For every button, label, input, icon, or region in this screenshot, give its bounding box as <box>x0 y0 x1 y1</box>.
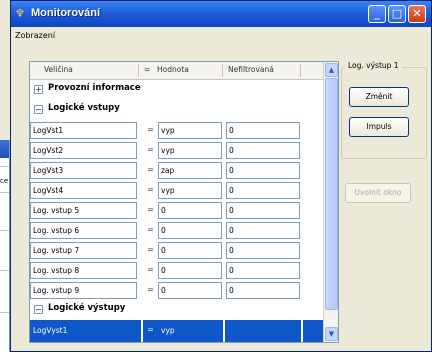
row-name: Log. vstup 5 <box>30 202 137 219</box>
scroll-up-icon[interactable]: ▲ <box>325 63 338 77</box>
menu-item-view[interactable]: Zobrazení <box>15 31 55 40</box>
row-name: LogVst2 <box>30 142 137 159</box>
monitoring-window: ♆ Monitorování _ □ ✕ Zobrazení Veličina … <box>10 0 432 352</box>
row-unfiltered: 0 <box>226 142 300 159</box>
pulse-button[interactable]: Impuls <box>349 117 409 137</box>
column-header-value[interactable]: Hodnota <box>157 65 189 74</box>
row-value: vyp <box>158 182 222 199</box>
table-row[interactable]: LogVst4 = vyp 0 <box>30 180 323 202</box>
row-unfiltered: 0 <box>226 162 300 179</box>
collapse-icon[interactable]: − <box>34 105 43 114</box>
table-row[interactable]: Log. vstup 6 = 0 0 <box>30 220 323 242</box>
expand-icon[interactable]: + <box>34 85 43 94</box>
maximize-button[interactable]: □ <box>388 5 406 23</box>
table-row[interactable]: LogVst1 = vyp 0 <box>30 120 323 142</box>
row-unfiltered: 0 <box>226 282 300 299</box>
row-value: vyp <box>158 142 222 159</box>
row-unfiltered: 0 <box>226 242 300 259</box>
column-header-equals: = <box>144 65 151 74</box>
window-title: Monitorování <box>31 7 101 19</box>
release-window-button[interactable]: Uvolnit okno <box>345 183 411 203</box>
row-value: vyp <box>158 322 222 339</box>
row-name: Log. vstup 6 <box>30 222 137 239</box>
row-equals: = <box>147 145 154 154</box>
row-unfiltered: 0 <box>226 202 300 219</box>
row-name: LogVst4 <box>30 182 137 199</box>
collapse-icon[interactable]: − <box>34 305 43 314</box>
row-value: vyp <box>158 122 222 139</box>
background-row-line <box>0 312 9 313</box>
row-equals: = <box>147 265 154 274</box>
column-separator <box>222 64 223 77</box>
background-row-line <box>0 270 9 271</box>
values-grid: Veličina = Hodnota Nefiltrovaná + Provoz… <box>29 61 339 343</box>
scroll-thumb[interactable] <box>325 78 338 310</box>
table-row[interactable]: Log. vstup 8 = 0 0 <box>30 260 323 282</box>
background-window-titlebar <box>0 140 9 158</box>
background-text-fragment: ce <box>0 177 9 185</box>
row-value: 0 <box>158 282 222 299</box>
row-value: 0 <box>158 242 222 259</box>
background-window: ce <box>0 140 10 352</box>
row-name: LogVst3 <box>30 162 137 179</box>
section-title: Logické výstupy <box>48 303 126 313</box>
cell-divider <box>223 320 225 342</box>
output-groupbox <box>341 67 427 159</box>
minimize-button[interactable]: _ <box>368 5 386 23</box>
close-button[interactable]: ✕ <box>408 5 426 23</box>
column-header-quantity[interactable]: Veličina <box>44 65 73 74</box>
section-row-operating-info[interactable]: + Provozní informace <box>30 80 323 102</box>
row-equals: = <box>147 185 154 194</box>
scroll-down-icon[interactable]: ▼ <box>325 327 338 341</box>
section-title: Logické vstupy <box>48 103 120 113</box>
table-row[interactable]: Log. vstup 9 = 0 0 <box>30 280 323 302</box>
row-equals: = <box>147 225 154 234</box>
row-name: LogVyst1 <box>30 322 137 339</box>
vertical-scrollbar[interactable]: ▲ ▼ <box>323 62 338 342</box>
row-value: 0 <box>158 202 222 219</box>
column-header-unfiltered[interactable]: Nefiltrovaná <box>228 65 274 74</box>
title-bar[interactable]: ♆ Monitorování _ □ ✕ <box>11 1 431 27</box>
row-equals: = <box>147 325 154 334</box>
row-unfiltered: 0 <box>226 222 300 239</box>
section-title: Provozní informace <box>48 83 141 93</box>
menu-bar: Zobrazení <box>11 27 431 47</box>
column-separator <box>300 64 301 77</box>
row-equals: = <box>147 285 154 294</box>
row-name: Log. vstup 9 <box>30 282 137 299</box>
app-icon: ♆ <box>15 7 25 20</box>
row-value: 0 <box>158 222 222 239</box>
background-row-line <box>0 166 9 167</box>
row-unfiltered: 0 <box>226 182 300 199</box>
row-equals: = <box>147 245 154 254</box>
change-button[interactable]: Změnit <box>349 87 409 107</box>
cell-divider <box>141 320 143 342</box>
column-separator <box>138 64 139 77</box>
row-name: Log. vstup 7 <box>30 242 137 259</box>
section-row-logical-inputs[interactable]: − Logické vstupy <box>30 100 323 122</box>
groupbox-label: Log. výstup 1 <box>345 61 402 70</box>
section-row-logical-outputs[interactable]: − Logické výstupy <box>30 300 323 322</box>
row-value: 0 <box>158 262 222 279</box>
cell-divider <box>301 320 303 342</box>
row-unfiltered: 0 <box>226 122 300 139</box>
table-row[interactable]: LogVst2 = vyp 0 <box>30 140 323 162</box>
table-row[interactable]: Log. vstup 7 = 0 0 <box>30 240 323 262</box>
grid-header: Veličina = Hodnota Nefiltrovaná <box>30 62 323 80</box>
row-unfiltered: 0 <box>226 262 300 279</box>
row-equals: = <box>147 165 154 174</box>
background-row-line <box>0 230 9 231</box>
table-row[interactable]: Log. vstup 5 = 0 0 <box>30 200 323 222</box>
background-row-line <box>0 192 9 193</box>
row-equals: = <box>147 205 154 214</box>
table-row[interactable]: LogVst3 = zap 0 <box>30 160 323 182</box>
row-value: zap <box>158 162 222 179</box>
row-name: LogVst1 <box>30 122 137 139</box>
row-equals: = <box>147 125 154 134</box>
row-unfiltered <box>226 322 300 339</box>
table-row-selected[interactable]: LogVyst1 = vyp <box>30 320 323 342</box>
row-name: Log. vstup 8 <box>30 262 137 279</box>
